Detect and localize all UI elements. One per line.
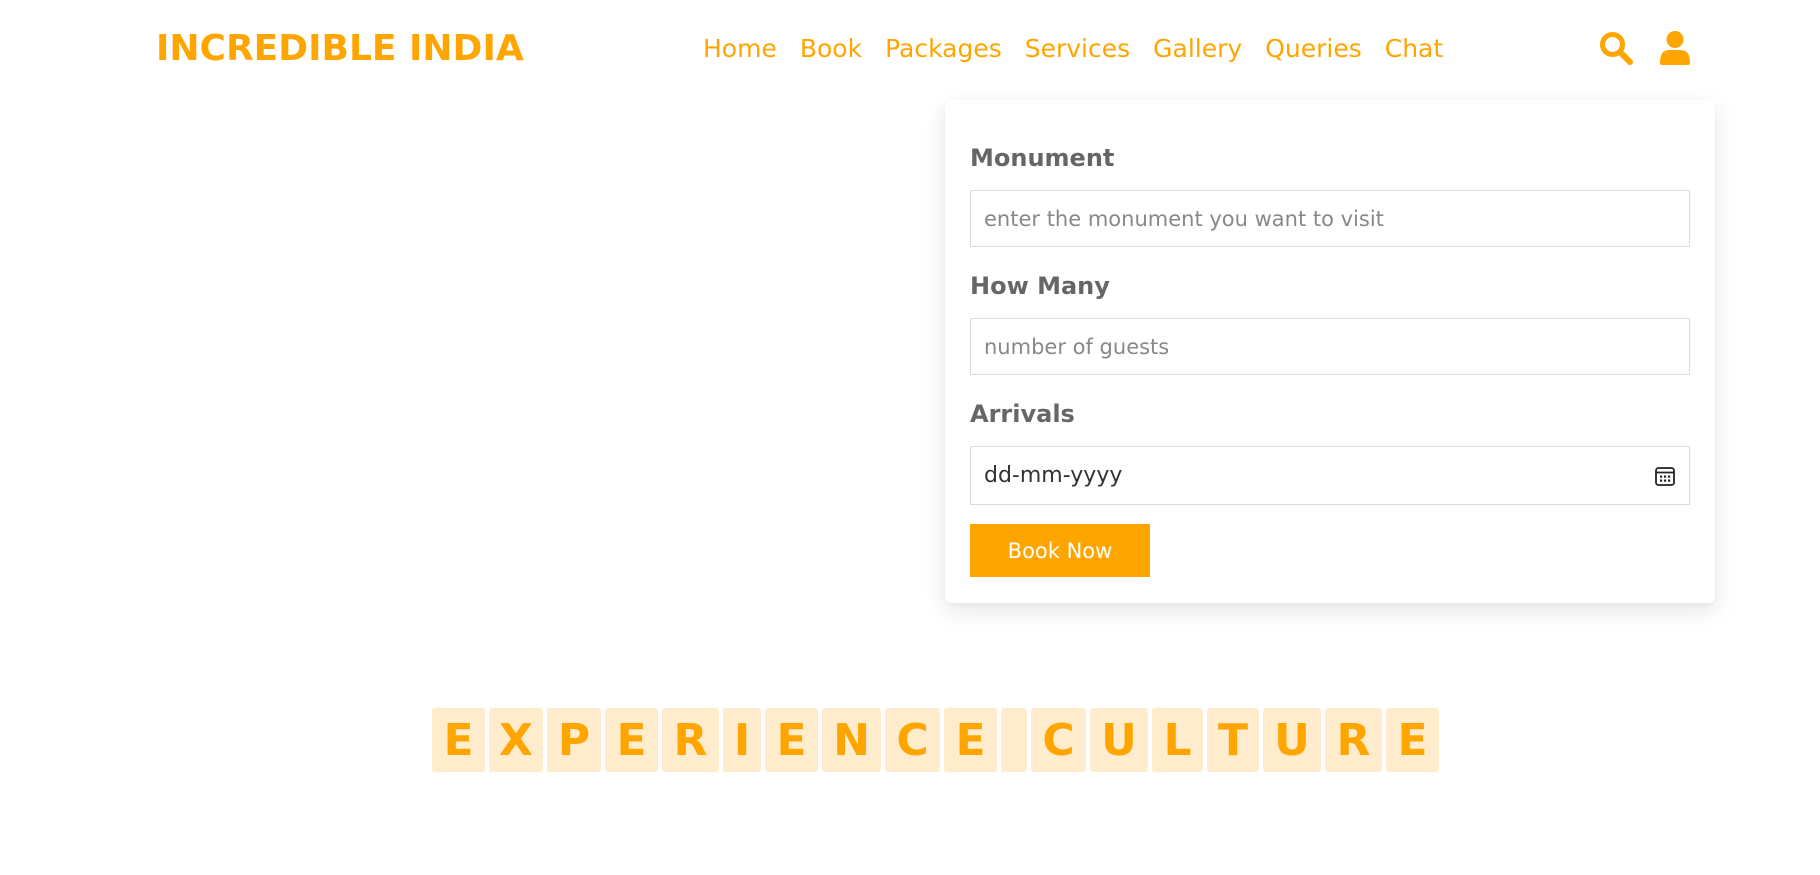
heading-letter-tile: E [605, 708, 658, 772]
book-now-button[interactable]: Book Now [970, 524, 1150, 577]
heading-letter-tile: N [822, 708, 881, 772]
nav-gallery-link[interactable]: Gallery [1153, 34, 1242, 63]
page: INCREDIBLE INDIA Home Book Packages Serv… [0, 0, 1820, 875]
heading-letter-tile: P [547, 708, 601, 772]
user-icon[interactable] [1657, 30, 1693, 66]
nav-home-link[interactable]: Home [703, 34, 777, 63]
monument-label: Monument [970, 144, 1115, 172]
heading-letter-tile: L [1152, 708, 1203, 772]
site-logo[interactable]: INCREDIBLE INDIA [156, 28, 524, 69]
heading-letter-tile: E [1386, 708, 1439, 772]
heading-letter-tile: E [432, 708, 485, 772]
guests-input[interactable] [984, 319, 1676, 374]
monument-field-wrapper [970, 190, 1690, 247]
search-icon[interactable] [1598, 30, 1634, 66]
booking-form-card: Monument How Many Arrivals dd-mm-yyyy [945, 100, 1715, 603]
heading-letter-tile: X [489, 708, 543, 772]
nav-packages-link[interactable]: Packages [885, 34, 1002, 63]
heading-letter-tile: E [944, 708, 997, 772]
guests-label: How Many [970, 272, 1110, 300]
heading-letter-tile: U [1090, 708, 1148, 772]
arrivals-date-value: dd-mm-yyyy [984, 463, 1123, 488]
heading-space-tile [1001, 708, 1027, 772]
heading-letter-tile: E [765, 708, 818, 772]
experience-culture-heading: E X P E R I E N C E C U L T U R E [432, 708, 1439, 772]
nav-chat-link[interactable]: Chat [1385, 34, 1443, 63]
main-nav: Home Book Packages Services Gallery Quer… [703, 34, 1466, 63]
arrivals-label: Arrivals [970, 400, 1075, 428]
guests-field-wrapper [970, 318, 1690, 375]
heading-letter-tile: R [662, 708, 719, 772]
nav-services-link[interactable]: Services [1025, 34, 1130, 63]
calendar-icon[interactable] [1654, 465, 1676, 487]
arrivals-date-input[interactable]: dd-mm-yyyy [970, 446, 1690, 505]
heading-letter-tile: C [885, 708, 940, 772]
heading-letter-tile: C [1031, 708, 1086, 772]
heading-letter-tile: U [1263, 708, 1321, 772]
heading-letter-tile: I [723, 708, 761, 772]
nav-queries-link[interactable]: Queries [1265, 34, 1362, 63]
top-navbar: INCREDIBLE INDIA Home Book Packages Serv… [0, 0, 1820, 100]
monument-input[interactable] [984, 191, 1676, 246]
heading-letter-tile: R [1325, 708, 1382, 772]
heading-letter-tile: T [1207, 708, 1259, 772]
nav-book-link[interactable]: Book [800, 34, 862, 63]
